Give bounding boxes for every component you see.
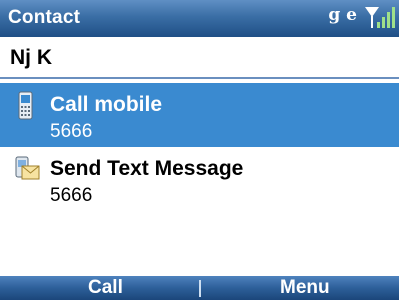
call-mobile-label: Call mobile — [50, 93, 163, 116]
app-title: Contact — [8, 7, 81, 28]
mobile-phone-icon — [18, 91, 33, 120]
signal-strength-icon — [365, 7, 395, 28]
call-mobile-number: 5666 — [50, 121, 93, 142]
menu-softkey[interactable]: Menu — [280, 277, 330, 299]
softkey-separator — [199, 280, 201, 297]
send-text-message-item[interactable]: Send Text Message 5666 — [0, 147, 399, 211]
send-text-message-label: Send Text Message — [50, 157, 244, 180]
network-indicator: g e — [328, 5, 357, 25]
divider — [0, 77, 399, 79]
call-mobile-item[interactable]: Call mobile 5666 — [0, 83, 399, 147]
title-bar: Contact g e — [0, 0, 399, 37]
contact-name: Nj K — [10, 46, 52, 69]
softkey-bar: Call Menu — [0, 276, 399, 300]
call-softkey[interactable]: Call — [88, 277, 123, 299]
send-text-message-number: 5666 — [50, 185, 93, 206]
text-message-icon — [15, 156, 40, 180]
